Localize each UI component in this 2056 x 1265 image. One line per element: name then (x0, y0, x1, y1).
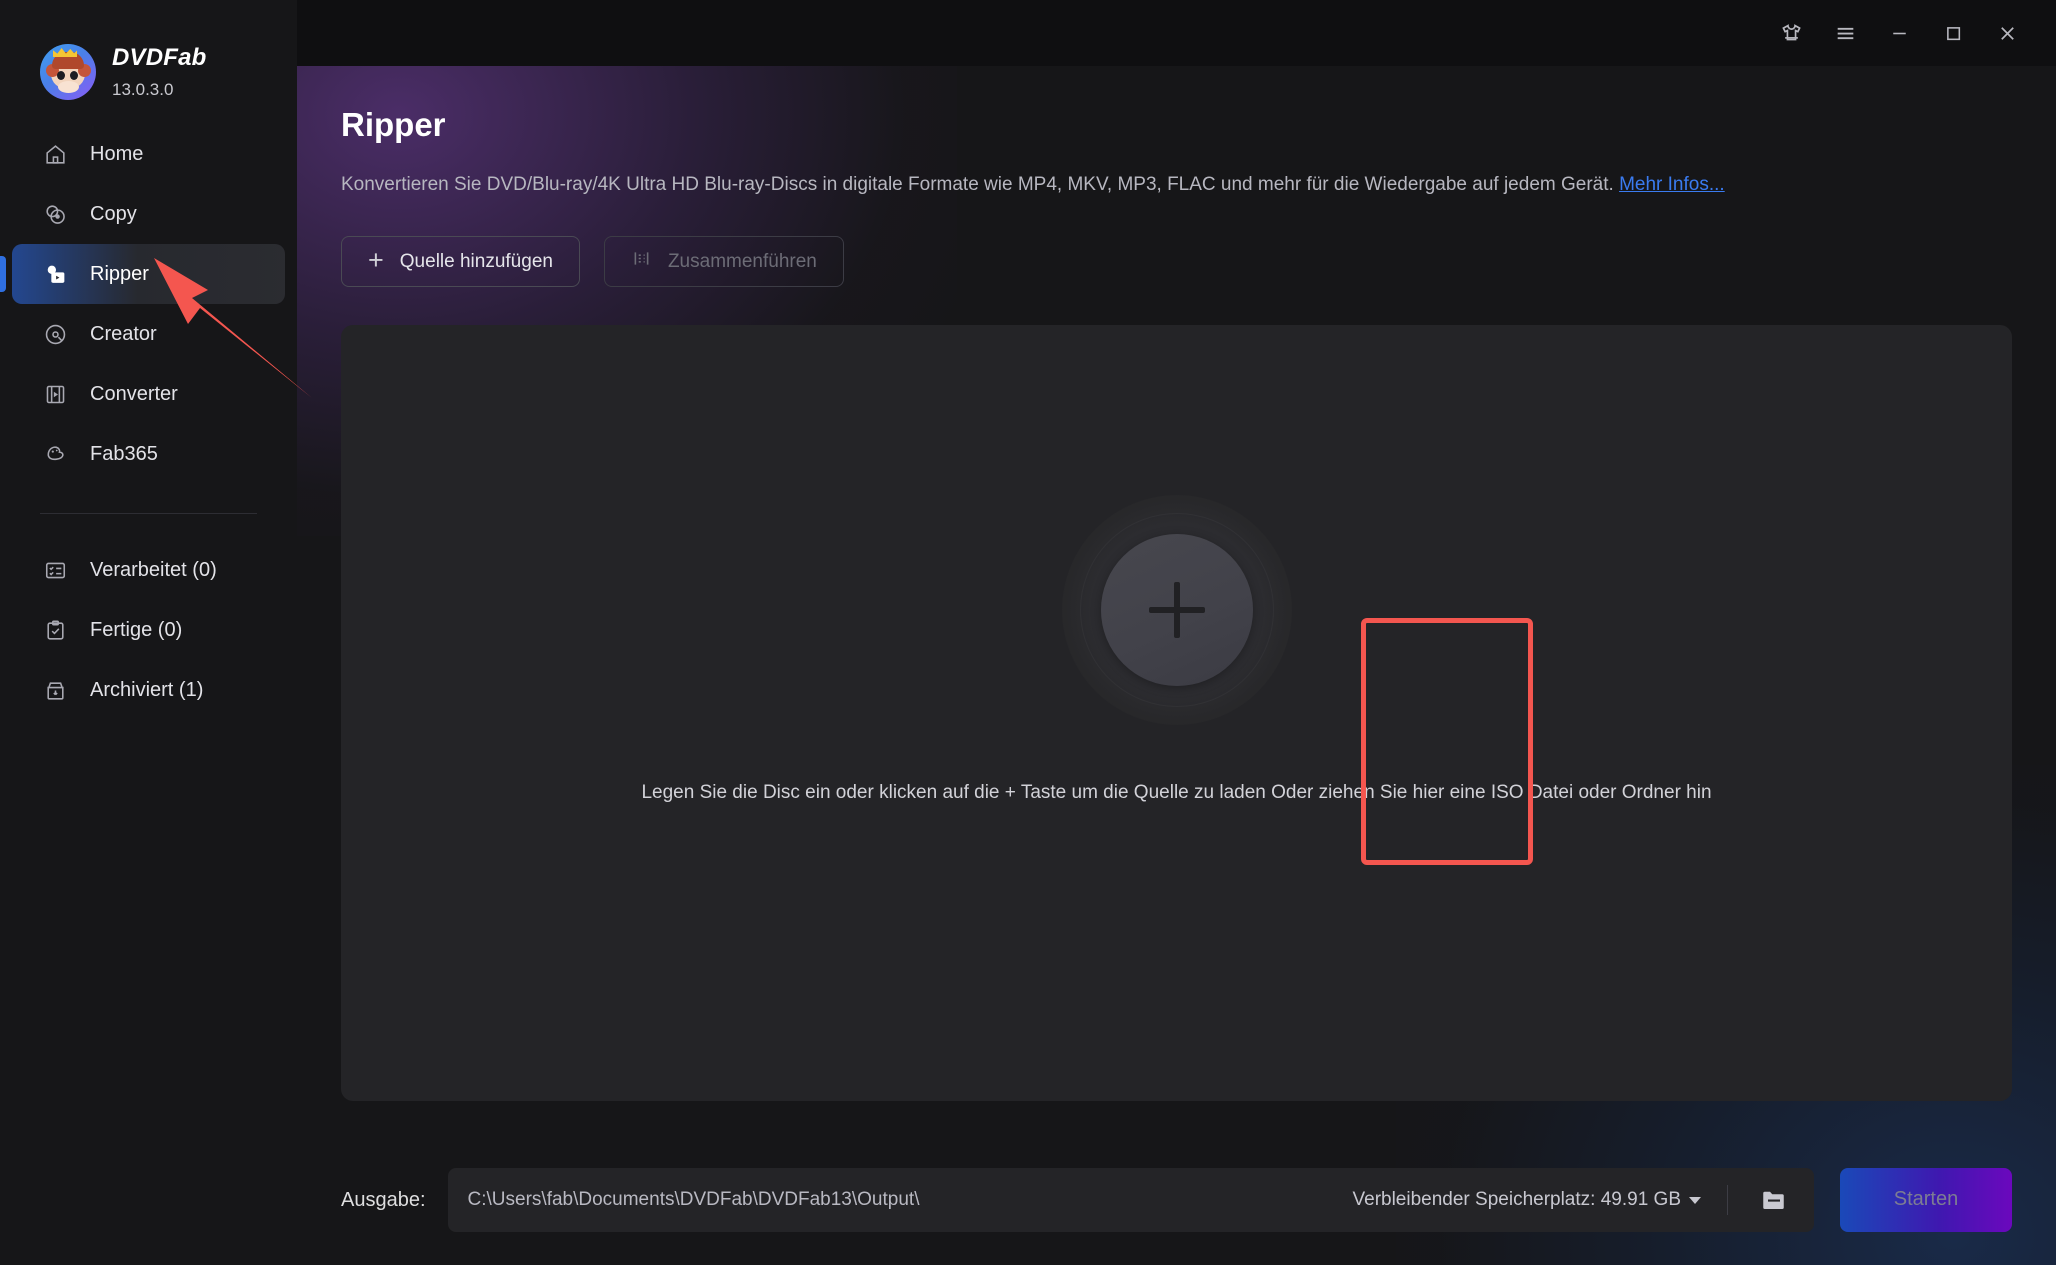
sidebar-item-label: Copy (90, 203, 137, 225)
clipboard-check-icon (42, 617, 68, 643)
ripper-icon (42, 261, 68, 287)
converter-film-icon (42, 381, 68, 407)
archive-box-icon (42, 677, 68, 703)
free-space-dropdown[interactable]: Verbleibender Speicherplatz: 49.91 GB (1352, 1189, 1701, 1210)
fab365-icon (42, 441, 68, 467)
sidebar-divider (40, 513, 257, 514)
start-button[interactable]: Starten (1840, 1167, 2012, 1232)
sidebar-item-verarbeitet[interactable]: Verarbeitet (0) (12, 540, 285, 600)
action-buttons: + Quelle hinzufügen Zusammenführen (341, 236, 2012, 287)
processing-list-icon (42, 557, 68, 583)
chevron-down-icon (1689, 1197, 1701, 1204)
brand-header: DVDFab 13.0.3.0 (0, 0, 297, 110)
sidebar-item-label: Ripper (90, 263, 149, 285)
sidebar-item-label: Verarbeitet (0) (90, 559, 217, 581)
sidebar-item-ripper[interactable]: Ripper (0, 244, 285, 304)
merge-button[interactable]: Zusammenführen (603, 236, 844, 287)
drop-zone-add-button[interactable] (1061, 494, 1292, 725)
home-icon (42, 141, 68, 167)
page-description-text: Konvertieren Sie DVD/Blu-ray/4K Ultra HD… (341, 174, 1614, 195)
plus-icon (1148, 581, 1205, 638)
sidebar-item-copy[interactable]: Copy (12, 184, 285, 244)
close-icon[interactable] (1980, 8, 2034, 58)
sidebar-item-home[interactable]: Home (12, 124, 285, 184)
start-button-label: Starten (1893, 1188, 1959, 1210)
copy-disc-icon (42, 201, 68, 227)
folder-icon[interactable] (1754, 1180, 1794, 1220)
sidebar: DVDFab 13.0.3.0 Home Copy Ripper Creator… (0, 0, 297, 1265)
output-separator (1727, 1184, 1728, 1215)
sidebar-item-archiviert[interactable]: Archiviert (1) (12, 660, 285, 720)
titlebar (297, 0, 2056, 66)
merge-label: Zusammenführen (667, 250, 817, 272)
output-label: Ausgabe: (341, 1188, 426, 1211)
sidebar-item-creator[interactable]: Creator (12, 304, 285, 364)
maximize-icon[interactable] (1926, 8, 1980, 58)
add-source-label: Quelle hinzufügen (399, 250, 553, 272)
hamburger-menu-icon[interactable] (1818, 8, 1872, 58)
dvdfab-window: DVDFab 13.0.3.0 Home Copy Ripper Creator… (0, 0, 2056, 1265)
drop-zone[interactable]: Legen Sie die Disc ein oder klicken auf … (341, 325, 2012, 1101)
content-area: Ripper Konvertieren Sie DVD/Blu-ray/4K U… (297, 0, 2056, 1265)
tshirt-icon[interactable] (1764, 8, 1818, 58)
sidebar-item-label: Creator (90, 323, 157, 345)
main-area: Ripper Konvertieren Sie DVD/Blu-ray/4K U… (297, 0, 2056, 1265)
more-info-link[interactable]: Mehr Infos... (1619, 174, 1725, 195)
sidebar-item-fertige[interactable]: Fertige (0) (12, 600, 285, 660)
sidebar-item-label: Converter (90, 383, 178, 405)
page-title: Ripper (341, 106, 446, 143)
sidebar-item-converter[interactable]: Converter (12, 364, 285, 424)
page-description: Konvertieren Sie DVD/Blu-ray/4K Ultra HD… (341, 175, 2012, 194)
merge-icon (631, 248, 652, 275)
sidebar-item-label: Home (90, 143, 144, 165)
output-path-field[interactable]: C:\Users\fab\Documents\DVDFab\DVDFab13\O… (447, 1167, 1814, 1232)
plus-icon: + (368, 244, 384, 275)
sidebar-item-label: Archiviert (1) (90, 679, 204, 701)
primary-nav: Home Copy Ripper Creator Converter Fab36… (0, 124, 297, 720)
output-bar: Ausgabe: C:\Users\fab\Documents\DVDFab\D… (341, 1134, 2012, 1265)
dvdfab-logo-icon (40, 44, 96, 100)
brand-name: DVDFab (112, 44, 207, 71)
drop-zone-hint: Legen Sie die Disc ein oder klicken auf … (641, 781, 1712, 803)
disc-hub (1100, 533, 1253, 686)
creator-disc-icon (42, 321, 68, 347)
output-path-value: C:\Users\fab\Documents\DVDFab\DVDFab13\O… (467, 1190, 920, 1209)
sidebar-item-fab365[interactable]: Fab365 (12, 424, 285, 484)
add-source-button[interactable]: + Quelle hinzufügen (341, 236, 580, 287)
sidebar-item-label: Fertige (0) (90, 619, 183, 641)
free-space-label: Verbleibender Speicherplatz: 49.91 GB (1352, 1189, 1682, 1210)
minimize-icon[interactable] (1872, 8, 1926, 58)
sidebar-item-label: Fab365 (90, 443, 158, 465)
app-version: 13.0.3.0 (112, 80, 174, 99)
